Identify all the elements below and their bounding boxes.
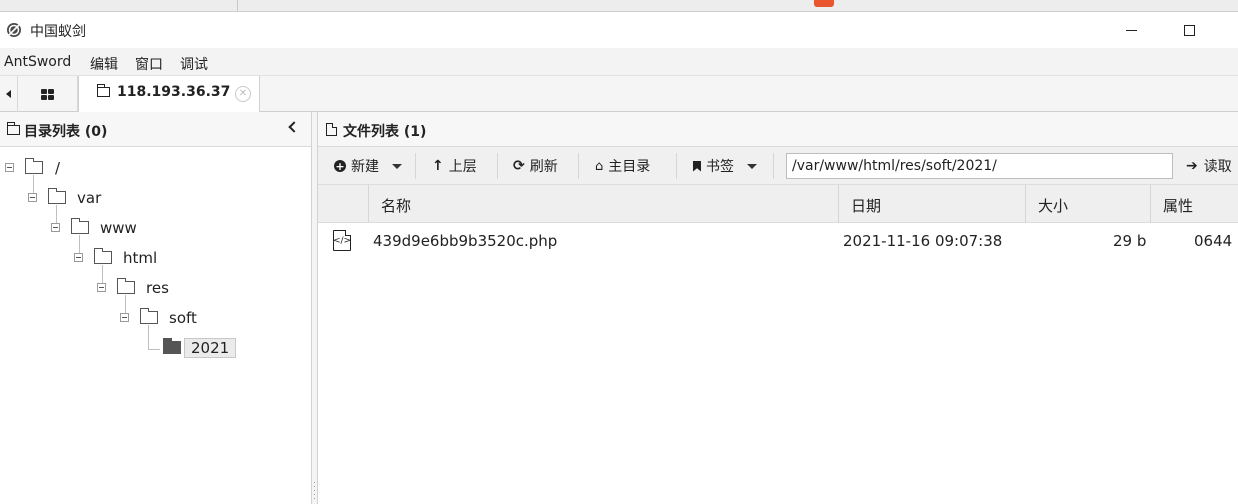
bookmark-icon [693, 160, 701, 172]
antsword-logo-icon [7, 23, 21, 37]
directory-panel: 目录列表 (0) / var www html res soft 2021 [0, 112, 312, 504]
collapse-node-icon[interactable] [120, 313, 129, 322]
php-file-icon: </> [333, 230, 351, 251]
refresh-label: 刷新 [529, 159, 558, 175]
toolbar-separator [578, 153, 579, 179]
tree-node-label: www [100, 219, 137, 237]
collapse-node-icon[interactable] [97, 283, 106, 292]
collapse-node-icon[interactable] [28, 193, 37, 202]
refresh-button[interactable]: ⟳ 刷新 [513, 156, 558, 176]
window-title: 中国蚁剑 [30, 24, 86, 40]
bookmark-label: 书签 [706, 159, 734, 175]
tree-node-label: res [146, 279, 169, 297]
tab-scroll-left-button[interactable] [0, 76, 18, 112]
file-grid-header: 名称 日期 大小 属性 [318, 185, 1238, 223]
home-dir-button[interactable]: ⌂ 主目录 [595, 156, 650, 176]
maximize-button[interactable] [1166, 18, 1212, 42]
table-row[interactable]: </> 439d9e6bb9b3520c.php 2021-11-16 09:0… [318, 223, 1238, 259]
file-panel-header: 文件列表 (1) [318, 112, 1238, 147]
toolbar-separator [773, 153, 774, 179]
folder-icon [7, 122, 20, 135]
new-button[interactable]: + 新建 [334, 156, 402, 176]
minimize-icon [1125, 29, 1137, 31]
directory-panel-header: 目录列表 (0) [0, 112, 311, 147]
folder-icon [94, 248, 112, 264]
tab-home-grid[interactable] [18, 76, 78, 112]
new-label: 新建 [351, 159, 379, 175]
tree-node-label: html [123, 249, 158, 267]
file-attr-cell: 0644 [1194, 232, 1233, 250]
folder-filled-icon [163, 338, 181, 354]
document-icon [326, 123, 337, 136]
file-panel-title: 文件列表 (1) [343, 124, 427, 140]
tab-bar: 118.193.36.37 ✕ [0, 76, 1238, 113]
minimize-button[interactable] [1108, 18, 1154, 42]
file-panel: 文件列表 (1) + 新建 ↑ 上层 ⟳ 刷新 ⌂ 主目录 书签 /var/ww… [318, 112, 1238, 504]
grid-icon [41, 88, 54, 100]
column-header-date[interactable]: 日期 [838, 185, 1025, 223]
browser-tab-strip [0, 0, 1238, 12]
column-header-attr[interactable]: 属性 [1150, 185, 1238, 223]
file-name-cell: 439d9e6bb9b3520c.php [373, 232, 558, 250]
directory-panel-title: 目录列表 (0) [24, 124, 108, 140]
menu-antsword[interactable]: AntSword [4, 54, 71, 70]
up-button[interactable]: ↑ 上层 [432, 156, 477, 176]
browser-favicon-icon [814, 0, 834, 7]
chevron-down-icon [747, 163, 757, 169]
tree-node-label-selected: 2021 [184, 338, 237, 358]
plus-circle-icon: + [334, 159, 346, 173]
file-date-cell: 2021-11-16 09:07:38 [843, 232, 1003, 250]
home-icon: ⌂ [595, 158, 604, 174]
toolbar-separator [415, 153, 416, 179]
column-header-name[interactable]: 名称 [368, 185, 838, 223]
folder-icon [117, 278, 135, 294]
collapse-node-icon[interactable] [74, 253, 83, 262]
tree-line [148, 325, 149, 349]
arrow-up-icon: ↑ [432, 158, 444, 174]
read-label: 读取 [1203, 159, 1232, 175]
file-toolbar: + 新建 ↑ 上层 ⟳ 刷新 ⌂ 主目录 书签 ➔ 读取 [318, 147, 1238, 185]
toolbar-separator [676, 153, 677, 179]
home-label: 主目录 [608, 159, 651, 175]
bookmark-button[interactable]: 书签 [693, 156, 757, 176]
menu-window[interactable]: 窗口 [135, 54, 163, 74]
tree-node-label: var [77, 189, 102, 207]
column-header-size[interactable]: 大小 [1025, 185, 1150, 223]
triangle-left-icon [6, 90, 11, 98]
refresh-icon: ⟳ [513, 158, 525, 174]
tab-label: 118.193.36.37 [117, 84, 231, 100]
read-path-button[interactable]: ➔ 读取 [1186, 156, 1232, 176]
toolbar-separator [497, 153, 498, 179]
collapse-node-icon[interactable] [51, 223, 60, 232]
tree-node-label: soft [169, 309, 197, 327]
tab-shell-session[interactable]: 118.193.36.37 ✕ [78, 76, 260, 113]
tab-separator [237, 0, 238, 11]
title-bar: 中国蚁剑 [0, 12, 1238, 48]
folder-icon [97, 84, 110, 97]
path-input[interactable] [786, 153, 1173, 179]
menu-debug[interactable]: 调试 [180, 54, 208, 74]
tree-line [148, 349, 160, 350]
folder-icon [140, 308, 158, 324]
tab-close-button[interactable]: ✕ [235, 86, 251, 102]
collapse-panel-icon[interactable] [288, 121, 300, 133]
chevron-down-icon [392, 163, 402, 169]
folder-icon [71, 218, 89, 234]
up-label: 上层 [448, 159, 477, 175]
folder-icon [25, 158, 43, 174]
menu-bar: AntSword 编辑 窗口 调试 [0, 48, 1238, 76]
maximize-icon [1183, 24, 1195, 36]
folder-icon [48, 188, 66, 204]
menu-edit[interactable]: 编辑 [90, 54, 118, 74]
tree-node-label: / [55, 159, 61, 177]
arrow-right-icon: ➔ [1186, 158, 1198, 174]
collapse-node-icon[interactable] [5, 163, 14, 172]
file-size-cell: 29 b [1113, 232, 1147, 250]
